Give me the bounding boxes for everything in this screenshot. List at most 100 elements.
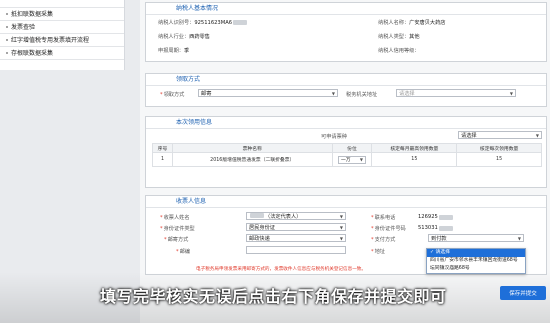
video-caption: 填写完毕核实无误后点击右下角保存并提交即可 <box>100 287 447 306</box>
label: 支付方式 <box>374 237 396 243</box>
cell-unit: 一万 ▼ <box>331 152 373 167</box>
label: 领取方式 <box>163 92 185 98</box>
label: 邮寄方式 <box>167 237 189 243</box>
sidebar-item-verify[interactable]: 发票查验 <box>0 21 124 34</box>
sidebar: 抵扣联数据采集 发票查验 红字增值税专用发票填开流程 存根联数据采集 <box>0 0 125 70</box>
chevron-down-icon: ▼ <box>535 132 539 138</box>
pay-select[interactable]: 到付款 ▼ <box>428 234 524 242</box>
office-row: 税务机关地址 <box>346 91 377 98</box>
required-mark: * <box>371 248 374 255</box>
id-type-select[interactable]: 居民身份证 ▼ <box>246 223 346 231</box>
label: 纳税人识别号： <box>158 20 195 26</box>
office-select[interactable]: 请选择 ▼ <box>396 89 516 97</box>
column-header: 核定每次领用数量 <box>456 143 542 153</box>
label: 纳税人信用等级： <box>378 48 420 54</box>
select-value: 居民身份证 <box>249 224 275 231</box>
required-mark: * <box>160 91 163 98</box>
method-select[interactable]: 邮寄 ▼ <box>198 89 338 97</box>
card-title: 纳税人基本情况 <box>146 3 546 15</box>
bullet-icon <box>6 39 8 41</box>
id-no-row: * 身份证件号码 <box>371 225 406 233</box>
table-header-row: 序号 票种名称 份位 核定每月最高领用数量 核定每次领用数量 <box>152 143 542 153</box>
bullet-icon <box>6 26 8 28</box>
column-header: 票种名称 <box>171 143 333 153</box>
taxpayer-name-row: 纳税人名称： 广安唐贝大药店 <box>378 19 445 26</box>
app-window: 抵扣联数据采集 发票查验 红字增值税专用发票填开流程 存根联数据采集 纳税人基本… <box>0 0 550 323</box>
id-no-value[interactable]: 513031 <box>418 225 454 231</box>
required-mark: * <box>164 236 167 243</box>
taxpayer-id-value: 92511623MA6 <box>194 19 233 26</box>
unit-select[interactable]: 一万 ▼ <box>337 155 366 164</box>
option-label: 请选择 <box>435 250 450 255</box>
column-header: 序号 <box>152 143 173 153</box>
column-header: 核定每月最高领用数量 <box>371 143 458 153</box>
invoice-type-select[interactable]: 请选择 ▼ <box>458 131 542 139</box>
label: 联系电话 <box>374 215 396 221</box>
label: 可申请票种 <box>321 134 347 140</box>
id-no-text: 513031 <box>418 225 438 231</box>
required-mark: * <box>371 225 374 232</box>
address-dropdown[interactable]: ✓ 请选择 四川省广安市邻水县丰禾镇回龙街道68号 坛同镇汉庙路68号 <box>426 248 526 274</box>
select-value: 邮寄 <box>201 90 212 97</box>
sidebar-item-deduction[interactable]: 抵扣联数据采集 <box>0 8 124 21</box>
bullet-icon <box>6 13 8 15</box>
type-header: 可申请票种 <box>321 133 347 140</box>
label: 身份证件号码 <box>374 226 406 232</box>
postcode-input[interactable] <box>246 246 346 254</box>
pay-row: * 支付方式 <box>371 236 396 244</box>
card-title: 收票人信息 <box>146 196 546 208</box>
receiver-name-select[interactable]: （法定代表人） ▼ <box>246 212 346 220</box>
select-value: （法定代表人） <box>249 212 302 220</box>
card-title: 领取方式 <box>146 74 546 86</box>
column-header: 份位 <box>331 143 373 153</box>
save-submit-button[interactable]: 保存并提交 <box>500 286 546 300</box>
chevron-down-icon: ▼ <box>339 224 343 230</box>
phone-row: * 联系电话 <box>371 214 396 222</box>
chevron-down-icon: ▼ <box>339 235 343 241</box>
label: 纳税人类型： <box>378 34 410 40</box>
phone-value[interactable]: 126925 <box>418 214 454 220</box>
sidebar-item-red-invoice[interactable]: 红字增值税专用发票填开流程 <box>0 34 124 47</box>
bullet-icon <box>6 52 8 54</box>
period-row: 申报周期： 季 <box>158 47 189 54</box>
label: 税务机关地址 <box>346 92 378 98</box>
required-mark: * <box>371 236 374 243</box>
industry-value: 西药零售 <box>189 34 210 40</box>
address-row: * 地址 <box>371 248 385 256</box>
claim-table: 序号 票种名称 份位 核定每月最高领用数量 核定每次领用数量 1 2016版增值… <box>152 143 542 167</box>
select-placeholder: 请选择 <box>399 90 415 97</box>
taxpayer-card: 纳税人基本情况 纳税人识别号： 92511623MA6 纳税人名称： 广安唐贝大… <box>145 2 547 62</box>
type-value: 其他 <box>409 34 420 40</box>
label: 身份证件类型 <box>163 226 195 232</box>
taxpayer-type-row: 纳税人类型： 其他 <box>378 33 420 40</box>
select-value: 一万 <box>340 158 351 163</box>
chevron-down-icon: ▼ <box>509 90 513 96</box>
dropdown-option[interactable]: 四川省广安市邻水县丰禾镇回龙街道68号 <box>427 257 525 265</box>
credit-row: 纳税人信用等级： <box>378 47 420 54</box>
redaction <box>438 214 453 220</box>
dropdown-option[interactable]: ✓ 请选择 <box>427 249 525 257</box>
label: 邮编 <box>179 249 190 255</box>
label: 收票人姓名 <box>163 215 190 221</box>
select-value: 到付款 <box>431 235 447 242</box>
redaction <box>250 212 264 218</box>
required-mark: * <box>160 214 163 221</box>
required-mark: * <box>371 214 374 221</box>
sidebar-item-label: 红字增值税专用发票填开流程 <box>11 36 90 44</box>
delivery-row: * 邮寄方式 <box>164 236 189 244</box>
sidebar-item-stub[interactable]: 存根联数据采集 <box>0 47 124 60</box>
cell-name: 2016版增值税普通发票（二联折叠票） <box>171 152 333 167</box>
card-title: 本次领用信息 <box>146 117 546 129</box>
select-text: （法定代表人） <box>265 213 302 220</box>
chevron-down-icon: ▼ <box>339 213 343 219</box>
select-value: 邮政快递 <box>249 235 270 242</box>
label: 纳税人行业： <box>158 34 190 40</box>
label: 地址 <box>374 249 385 255</box>
delivery-select[interactable]: 邮政快递 ▼ <box>246 234 346 242</box>
table-row: 1 2016版增值税普通发票（二联折叠票） 一万 ▼ 15 15 <box>152 152 542 167</box>
receiver-name-row: * 收票人姓名 <box>160 214 190 222</box>
chevron-down-icon: ▼ <box>359 157 363 162</box>
chevron-down-icon: ▼ <box>331 90 335 96</box>
taxpayer-name-value: 广安唐贝大药店 <box>409 20 446 26</box>
cell-monthly: 15 <box>371 152 458 167</box>
